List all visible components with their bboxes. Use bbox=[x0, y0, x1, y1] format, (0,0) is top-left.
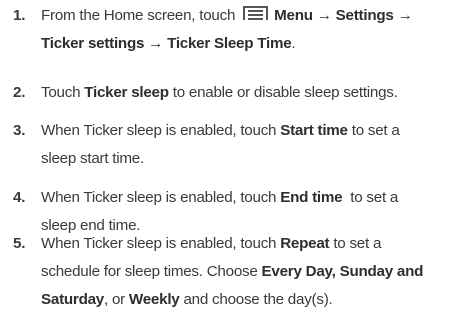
step-text: Touch Ticker sleep to enable or disable … bbox=[41, 79, 453, 107]
sunday-and-label: Sunday and bbox=[339, 263, 424, 280]
saturday-label: Saturday bbox=[41, 291, 104, 308]
step-number: 3. bbox=[13, 122, 26, 139]
end-time-label: End time bbox=[280, 189, 343, 206]
step-text-segment: From the Home screen, touch bbox=[41, 7, 240, 24]
ticker-sleep-time-label: Ticker Sleep Time bbox=[167, 35, 292, 52]
repeat-label: Repeat bbox=[280, 235, 330, 252]
step-number: 4. bbox=[13, 189, 26, 206]
instruction-list: 1. From the Home screen, touch Menu → Se… bbox=[0, 0, 457, 324]
step-text: When Ticker sleep is enabled, touch Repe… bbox=[41, 230, 453, 314]
step-text-segment: When Ticker sleep is enabled, touch bbox=[41, 122, 281, 139]
step-text-segment: to set a bbox=[329, 235, 382, 252]
step-text-segment: to enable or disable sleep settings. bbox=[168, 84, 398, 101]
step-text: From the Home screen, touch Menu → Setti… bbox=[41, 2, 453, 58]
step-text-segment: to set a bbox=[347, 122, 400, 139]
step-text-segment: schedule for sleep times. Choose bbox=[41, 263, 262, 280]
every-day-label: Every Day bbox=[261, 263, 332, 280]
ticker-settings-label: Ticker settings bbox=[41, 35, 145, 52]
step-text-segment: , or bbox=[104, 291, 129, 308]
menu-icon bbox=[243, 6, 272, 22]
step-number: 2. bbox=[13, 84, 26, 101]
arrow: → bbox=[312, 7, 336, 24]
step-text-segment: sleep start time. bbox=[41, 150, 144, 167]
step-text-segment: When Ticker sleep is enabled, touch bbox=[41, 189, 281, 206]
step-number: 1. bbox=[13, 7, 26, 24]
step-text-segment: . bbox=[291, 35, 296, 52]
weekly-label: Weekly bbox=[128, 291, 180, 308]
arrow: → bbox=[144, 35, 168, 52]
step-text-segment: Touch bbox=[41, 84, 85, 101]
step-text-segment: to set a bbox=[342, 189, 399, 206]
settings-label: Settings bbox=[335, 7, 394, 24]
step-text: When Ticker sleep is enabled, touch Star… bbox=[41, 117, 453, 173]
step-text-segment: and choose the day(s). bbox=[179, 291, 333, 308]
ticker-sleep-label: Ticker sleep bbox=[84, 84, 169, 101]
step-number: 5. bbox=[13, 235, 26, 252]
step-text-segment: When Ticker sleep is enabled, touch bbox=[41, 235, 281, 252]
comma: , bbox=[331, 263, 340, 280]
arrow: → bbox=[393, 7, 413, 24]
menu-label: Menu bbox=[274, 7, 313, 24]
start-time-label: Start time bbox=[280, 122, 348, 139]
